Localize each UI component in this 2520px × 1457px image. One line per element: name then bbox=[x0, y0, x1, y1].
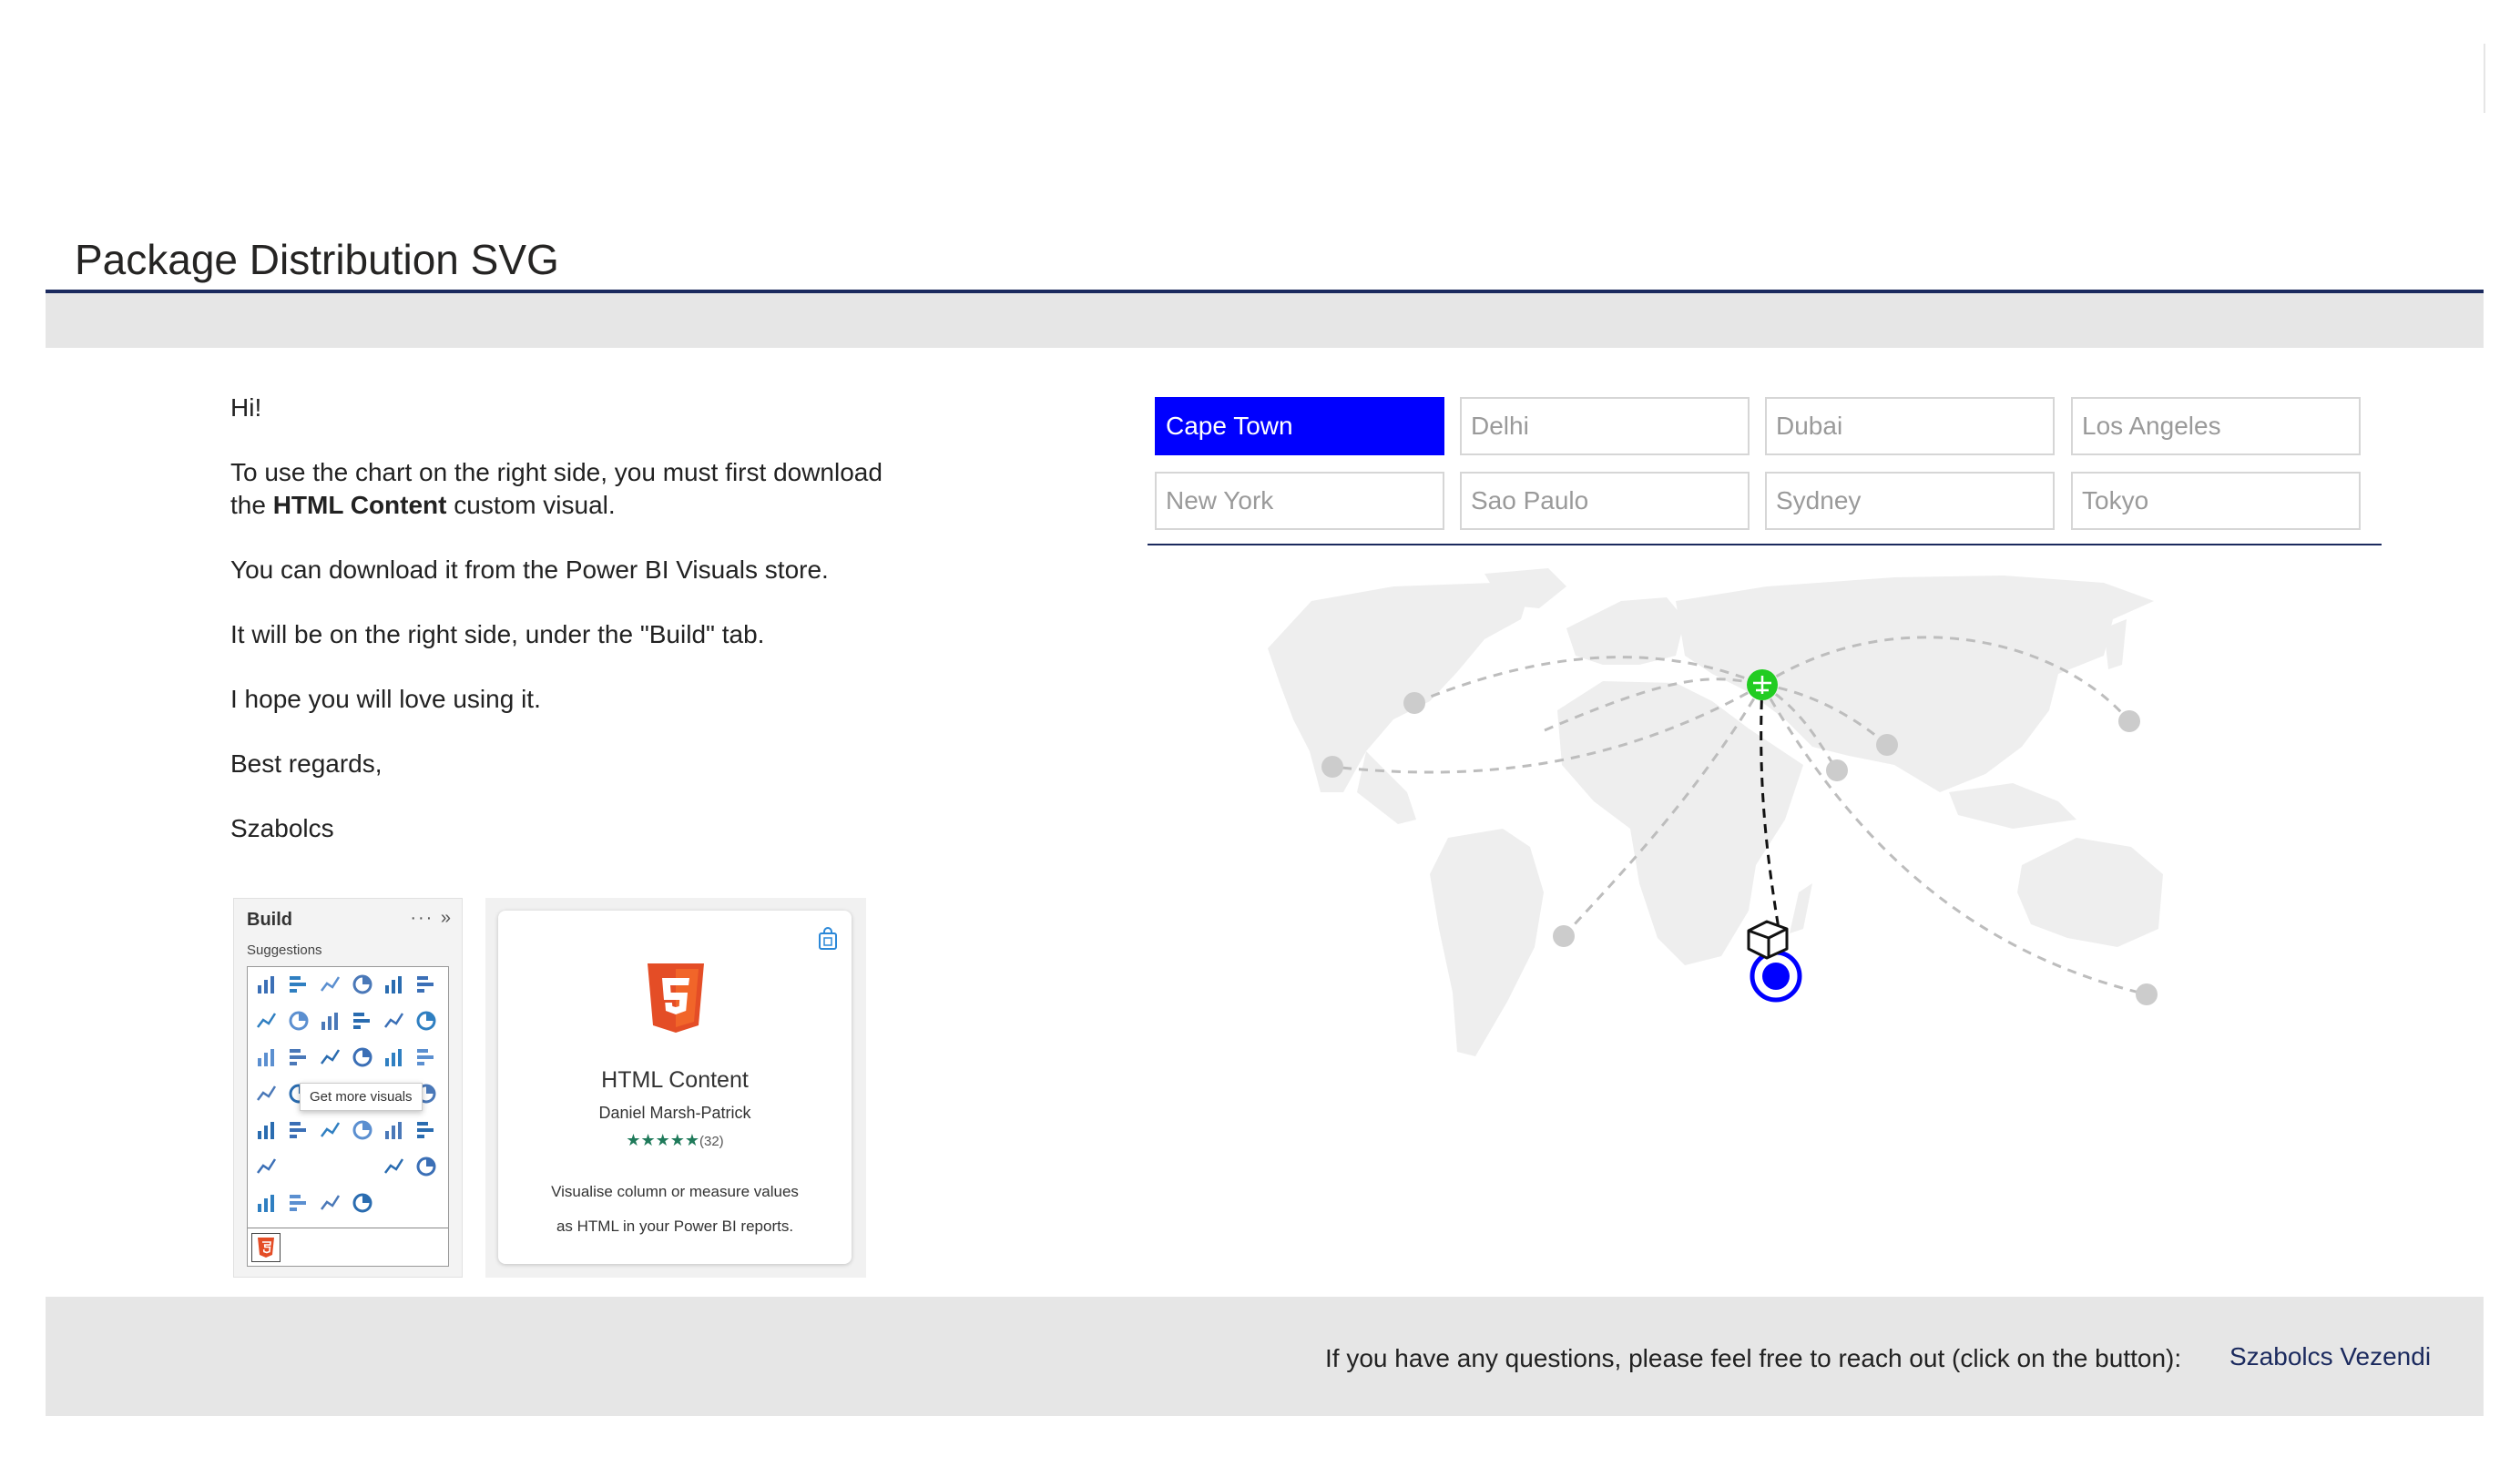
rating-stars: ★★★★★ bbox=[626, 1131, 699, 1149]
visual-type-icon bbox=[351, 1118, 374, 1142]
node-sao-paulo bbox=[1553, 925, 1575, 947]
city-button-new-york[interactable]: New York bbox=[1155, 472, 1444, 530]
card-rating: ★★★★★(32) bbox=[498, 1131, 852, 1150]
greeting-text: Hi! bbox=[230, 393, 262, 422]
contact-text: If you have any questions, please feel f… bbox=[1325, 1344, 2182, 1372]
card-visual-name: HTML Content bbox=[601, 1067, 749, 1093]
page-title: Package Distribution SVG bbox=[75, 236, 559, 283]
visual-type-icon bbox=[319, 1009, 342, 1033]
html-content-card: HTML Content Daniel Marsh-Patrick ★★★★★(… bbox=[498, 911, 852, 1264]
download-instruction: To use the chart on the right side, you … bbox=[230, 456, 923, 522]
visual-type-icon bbox=[287, 973, 311, 996]
visual-type-icon bbox=[287, 1118, 311, 1142]
get-more-visuals-tooltip: Get more visuals bbox=[300, 1083, 423, 1111]
node-dubai bbox=[1826, 759, 1848, 781]
card-description: Visualise column or measure values as HT… bbox=[525, 1175, 824, 1244]
card-description-line1: Visualise column or measure values bbox=[551, 1183, 799, 1200]
visual-type-icon bbox=[414, 973, 438, 996]
visual-icon-grid bbox=[247, 966, 449, 1267]
visual-type-icon bbox=[351, 1009, 374, 1033]
hub-icon bbox=[1747, 669, 1778, 700]
build-pane-title: Build bbox=[247, 910, 292, 930]
city-button-los-angeles[interactable]: Los Angeles bbox=[2071, 397, 2361, 455]
store-bag-icon bbox=[819, 927, 837, 950]
package-icon bbox=[1747, 920, 1789, 960]
visual-type-icon bbox=[255, 1191, 279, 1215]
city-button-sao-paulo[interactable]: Sao Paulo bbox=[1460, 472, 1750, 530]
node-sydney bbox=[2136, 983, 2158, 1005]
visual-type-icon bbox=[414, 1009, 438, 1033]
visual-type-icon bbox=[351, 1191, 374, 1215]
city-button-cape-town[interactable]: Cape Town bbox=[1155, 397, 1444, 455]
store-instruction: You can download it from the Power BI Vi… bbox=[230, 555, 829, 584]
visual-type-icon bbox=[255, 1082, 279, 1105]
visual-type-icon bbox=[287, 1191, 311, 1215]
visual-type-icon bbox=[383, 1045, 406, 1069]
corner-divider bbox=[2484, 44, 2485, 113]
visual-type-icon bbox=[383, 1009, 406, 1033]
visual-type-icon bbox=[383, 1118, 406, 1142]
node-new-york bbox=[1403, 692, 1425, 714]
header-band bbox=[46, 293, 2484, 348]
download-instruction-post: custom visual. bbox=[446, 491, 616, 519]
card-description-line2: as HTML in your Power BI reports. bbox=[556, 1218, 794, 1235]
visual-type-icon bbox=[255, 1009, 279, 1033]
node-delhi bbox=[1876, 734, 1898, 756]
city-button-delhi[interactable]: Delhi bbox=[1460, 397, 1750, 455]
hope-text: I hope you will love using it. bbox=[230, 685, 541, 713]
city-button-sydney[interactable]: Sydney bbox=[1765, 472, 2055, 530]
city-button-tokyo[interactable]: Tokyo bbox=[2071, 472, 2361, 530]
visual-type-icon bbox=[414, 1155, 438, 1178]
build-pane-actions: ··· » bbox=[410, 908, 453, 928]
slicer-underline bbox=[1148, 544, 2382, 545]
build-pane-image: Build ··· » Suggestions Get more visuals bbox=[233, 898, 463, 1278]
html5-logo-icon bbox=[648, 963, 704, 1033]
regards-text: Best regards, bbox=[230, 749, 383, 778]
visual-type-icon bbox=[319, 1118, 342, 1142]
destination-icon bbox=[1750, 950, 1802, 1003]
rating-count: (32) bbox=[699, 1134, 724, 1149]
city-button-dubai[interactable]: Dubai bbox=[1765, 397, 2055, 455]
visual-type-icon bbox=[319, 973, 342, 996]
visual-type-icon bbox=[255, 973, 279, 996]
build-pane-subtitle: Suggestions bbox=[247, 942, 322, 958]
visual-type-icon bbox=[383, 973, 406, 996]
visual-type-icon bbox=[383, 1155, 406, 1178]
visual-type-icon bbox=[255, 1045, 279, 1069]
build-tab-instruction: It will be on the right side, under the … bbox=[230, 620, 765, 648]
signature-text: Szabolcs bbox=[230, 814, 334, 842]
contact-button[interactable]: Szabolcs Vezendi bbox=[2229, 1342, 2431, 1371]
visual-type-icon bbox=[319, 1045, 342, 1069]
node-los-angeles bbox=[1321, 756, 1343, 778]
visual-type-icon bbox=[319, 1191, 342, 1215]
visual-type-icon bbox=[351, 973, 374, 996]
visual-type-icon bbox=[255, 1118, 279, 1142]
node-tokyo bbox=[2118, 710, 2140, 732]
visual-type-icon bbox=[351, 1045, 374, 1069]
html-content-name: HTML Content bbox=[272, 491, 447, 519]
visual-type-icon bbox=[414, 1118, 438, 1142]
visual-card-image: HTML Content Daniel Marsh-Patrick ★★★★★(… bbox=[485, 898, 866, 1278]
visual-type-icon bbox=[287, 1045, 311, 1069]
world-landmass bbox=[1268, 568, 2163, 1056]
html5-visual-icon bbox=[251, 1233, 281, 1262]
card-visual-author: Daniel Marsh-Patrick bbox=[598, 1104, 751, 1122]
visual-type-icon bbox=[255, 1155, 279, 1178]
visual-type-icon bbox=[287, 1009, 311, 1033]
intro-text-block: Hi! To use the chart on the right side, … bbox=[230, 392, 923, 877]
visual-type-icon bbox=[414, 1045, 438, 1069]
distribution-map bbox=[1268, 568, 2163, 1056]
